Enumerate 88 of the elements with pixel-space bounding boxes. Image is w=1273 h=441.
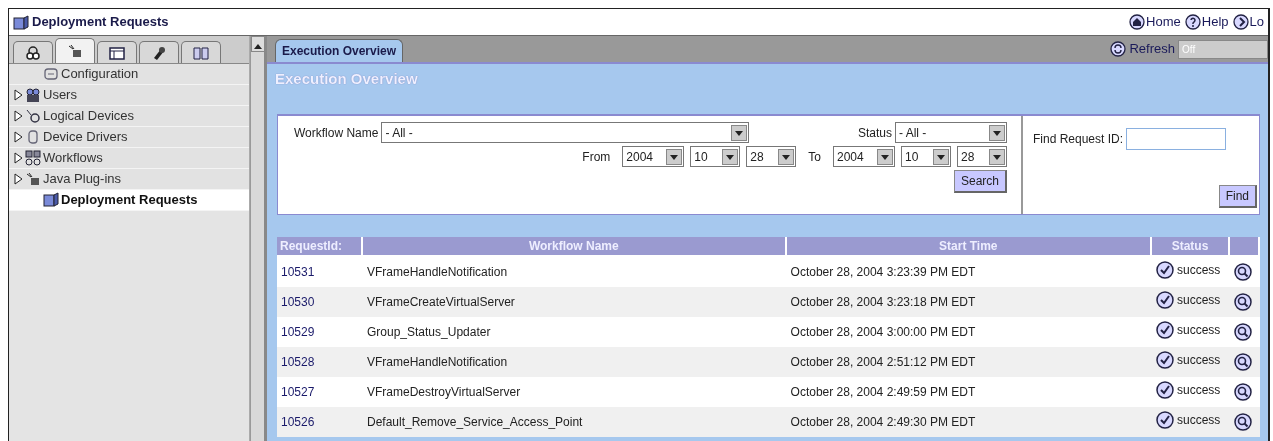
request-id-link[interactable]: 10529 (281, 325, 315, 339)
table-cell: October 28, 2004 3:00:00 PM EDT (790, 325, 976, 339)
request-id-link[interactable]: 10528 (281, 355, 315, 369)
request-id-link[interactable]: 10530 (281, 295, 315, 309)
field-label: To (808, 148, 821, 166)
field-label: Find Request ID: (1033, 131, 1124, 148)
request-id-link[interactable]: 10526 (281, 415, 315, 429)
refresh-icon (1110, 41, 1127, 57)
status-text: success (1177, 351, 1221, 369)
year-select[interactable]: 2004 (622, 146, 685, 167)
device-icon (25, 108, 41, 124)
logout-link[interactable]: Lo (1232, 12, 1264, 32)
month-select[interactable]: 10 (901, 146, 951, 167)
plugin-icon (25, 171, 41, 187)
check-icon (1156, 290, 1174, 309)
search-button[interactable]: Search (953, 170, 1007, 193)
details-icon[interactable] (1234, 413, 1252, 432)
home-link[interactable]: Home (1129, 12, 1181, 32)
table-cell: October 28, 2004 3:23:18 PM EDT (790, 295, 976, 309)
help-link[interactable]: Help (1184, 12, 1229, 32)
driver-icon (25, 129, 41, 145)
year-select[interactable]: 2004 (833, 146, 895, 167)
workflow-icon (25, 150, 41, 166)
day-select[interactable]: 28 (746, 146, 797, 167)
refresh-button[interactable]: Refresh (1110, 39, 1175, 59)
section-heading: Execution Overview (274, 69, 419, 89)
details-icon[interactable] (1234, 353, 1252, 372)
requests-icon (43, 192, 59, 208)
requests-icon (13, 14, 29, 30)
workflow-select[interactable]: - All - (381, 122, 750, 143)
check-icon (1156, 410, 1174, 429)
status-text: success (1177, 321, 1221, 339)
request-id-field[interactable] (1126, 128, 1227, 150)
status-text: success (1177, 291, 1221, 309)
tools-icon (151, 44, 167, 61)
sidebar-tab[interactable] (55, 38, 95, 63)
table-cell: Default_Remove_Service_Access_Point (367, 415, 583, 429)
column-header: RequestId: (277, 237, 363, 257)
details-icon[interactable] (1234, 383, 1252, 402)
status-text: success (1177, 261, 1221, 279)
book-icon (193, 44, 209, 61)
column-header: Status (1152, 237, 1230, 257)
content-tab[interactable]: Execution Overview (275, 39, 404, 62)
plugin-icon (67, 43, 83, 59)
table-cell: October 28, 2004 2:51:12 PM EDT (790, 355, 976, 369)
window-icon (109, 44, 125, 61)
users-icon (25, 87, 41, 103)
sidebar-item[interactable]: Deployment Requests (9, 190, 249, 211)
check-icon (1156, 320, 1174, 339)
find-button[interactable]: Find (1218, 185, 1257, 208)
request-id-link[interactable]: 10531 (281, 265, 315, 279)
config-icon (43, 66, 59, 82)
table-cell: VFrameDestroyVirtualServer (367, 385, 521, 399)
sidebar-item[interactable]: Workflows (9, 148, 249, 169)
field-label: From (582, 148, 611, 166)
status-text: success (1177, 381, 1221, 399)
sidebar-tab[interactable] (97, 41, 137, 63)
table-cell: October 28, 2004 3:23:39 PM EDT (790, 265, 976, 279)
check-icon (1156, 260, 1174, 279)
table-cell: VFrameCreateVirtualServer (367, 295, 515, 309)
column-header: Workflow Name (363, 237, 787, 257)
check-icon (1156, 380, 1174, 399)
help-icon (1184, 14, 1201, 30)
check-icon (1156, 350, 1174, 369)
details-icon[interactable] (1234, 293, 1252, 312)
scroll-up-button[interactable] (251, 36, 265, 52)
table-cell: VFrameHandleNotification (367, 265, 508, 279)
day-select[interactable]: 28 (957, 146, 1007, 167)
field-label: Status (857, 124, 892, 142)
column-header: Start Time (786, 237, 1152, 257)
details-icon[interactable] (1234, 263, 1252, 282)
sidebar-item[interactable]: Users (9, 85, 249, 106)
status-select[interactable]: - All - (895, 122, 1007, 143)
window-title: Deployment Requests (32, 13, 169, 32)
table-cell: Group_Status_Updater (367, 325, 491, 339)
network-icon (25, 44, 41, 61)
details-icon[interactable] (1234, 323, 1252, 342)
status-text: success (1177, 411, 1221, 429)
field-label: Workflow Name (294, 124, 379, 142)
table-cell: VFrameHandleNotification (367, 355, 508, 369)
table-cell: October 28, 2004 2:49:59 PM EDT (790, 385, 976, 399)
request-id-link[interactable]: 10527 (281, 385, 315, 399)
table-cell: October 28, 2004 2:49:30 PM EDT (790, 415, 976, 429)
sidebar-item[interactable]: Device Drivers (9, 127, 249, 148)
month-select[interactable]: 10 (690, 146, 741, 167)
sidebar-tab[interactable] (13, 41, 53, 63)
home-icon (1129, 14, 1146, 30)
sidebar-tab[interactable] (139, 41, 179, 63)
